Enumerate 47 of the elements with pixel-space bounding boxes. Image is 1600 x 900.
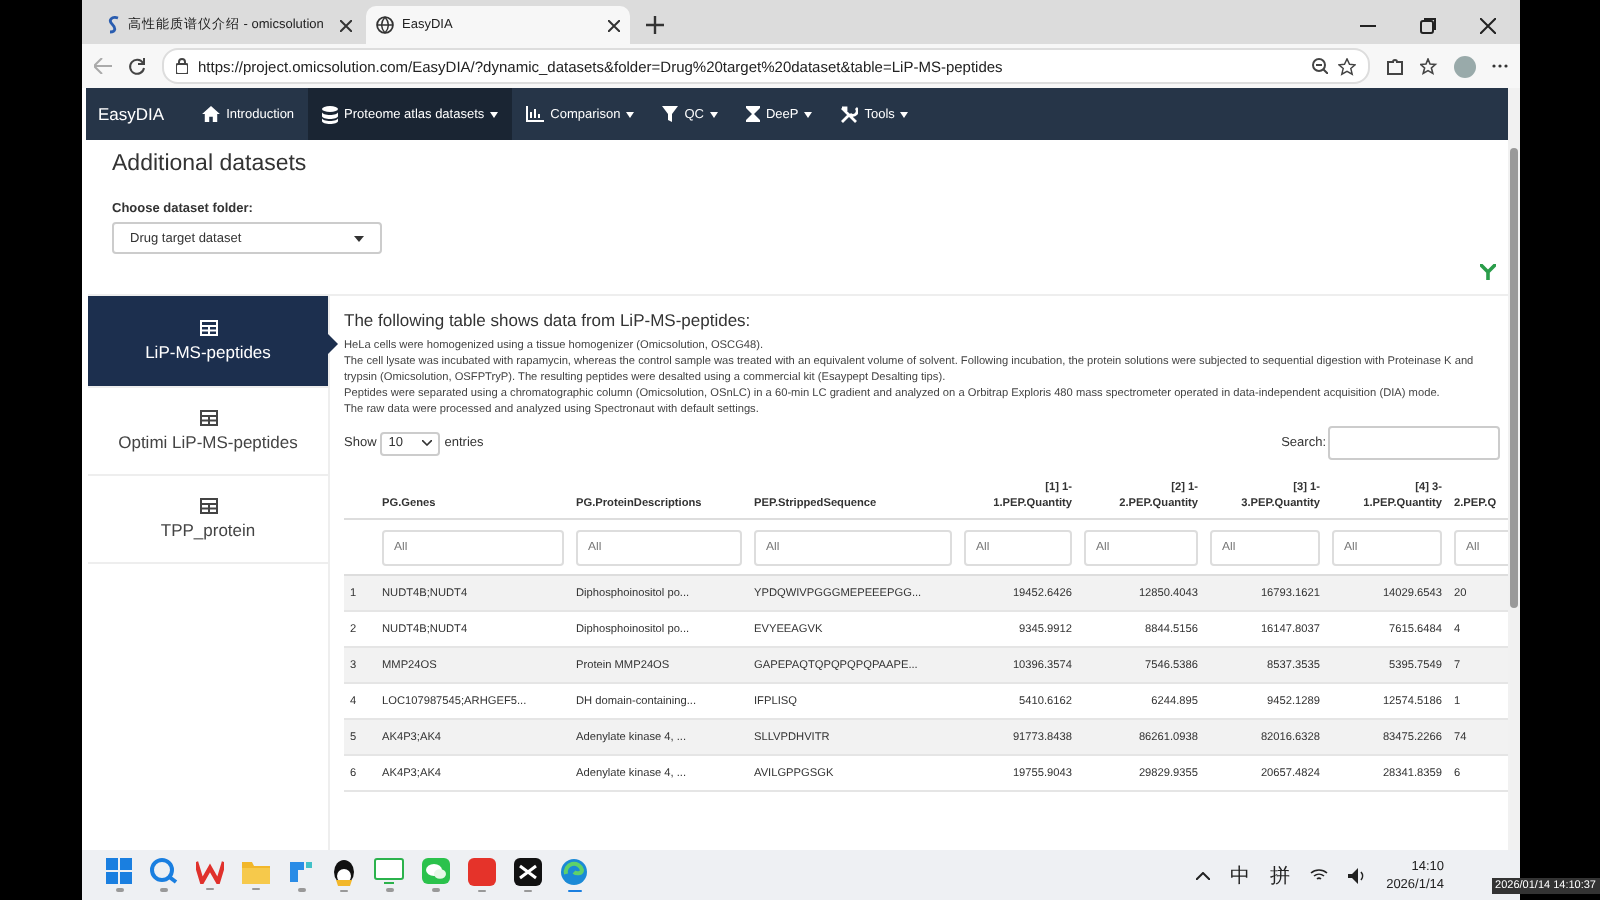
input-method-indicator[interactable]: 拼: [1270, 861, 1291, 889]
brand-name[interactable]: EasyDIA: [98, 88, 165, 140]
browser-swirl-icon[interactable]: [560, 857, 588, 886]
table-icon: [199, 320, 217, 336]
globe-icon: [376, 16, 394, 34]
speaker-icon[interactable]: [1348, 867, 1367, 883]
s-logo-icon: [108, 16, 120, 34]
close-icon[interactable]: [608, 19, 620, 31]
caret-icon: [626, 111, 635, 117]
table-icon: [199, 498, 217, 514]
input-method-indicator[interactable]: 中: [1230, 861, 1251, 889]
chart-icon: [526, 106, 545, 122]
monitor-icon[interactable]: [374, 858, 404, 885]
chevron-up-icon[interactable]: [1196, 871, 1211, 879]
caret-icon: [709, 111, 718, 117]
y-logo-icon: [1480, 264, 1496, 280]
home-icon: [202, 106, 221, 122]
caret-icon: [900, 111, 909, 117]
close-icon[interactable]: [340, 19, 352, 31]
refresh-icon[interactable]: [128, 57, 146, 75]
page-title: Additional datasets: [112, 152, 309, 176]
puzzle-icon[interactable]: [1386, 57, 1404, 75]
star-icon[interactable]: [1338, 57, 1356, 75]
hourglass-icon: [745, 106, 760, 122]
caret-icon: [490, 111, 499, 117]
search-field[interactable]: [1328, 426, 1500, 460]
table-icon: [199, 410, 217, 426]
scrollbar[interactable]: [1508, 88, 1520, 850]
zoom-out-icon[interactable]: [1312, 58, 1328, 74]
lock-icon: [176, 58, 188, 74]
restore-icon[interactable]: [1420, 18, 1436, 34]
windows-icon[interactable]: [106, 858, 132, 885]
close-icon[interactable]: [1480, 18, 1496, 34]
wrench-icon: [840, 105, 859, 123]
section-heading: The following table shows data from LiP-MS-peptides:: [344, 310, 753, 330]
database-icon: [322, 105, 339, 123]
new-tab-icon[interactable]: [646, 16, 664, 34]
caret-icon: [804, 111, 813, 117]
chevron-icon: [422, 440, 433, 446]
favorites-icon[interactable]: [1420, 57, 1438, 75]
wifi-icon[interactable]: [1310, 868, 1329, 882]
penguin-icon[interactable]: [332, 857, 356, 886]
app-icon[interactable]: [288, 858, 314, 885]
w-logo-icon[interactable]: [196, 859, 224, 884]
scissors-icon[interactable]: [514, 857, 542, 886]
filter-icon: [662, 106, 679, 122]
caret-icon: [354, 235, 364, 241]
